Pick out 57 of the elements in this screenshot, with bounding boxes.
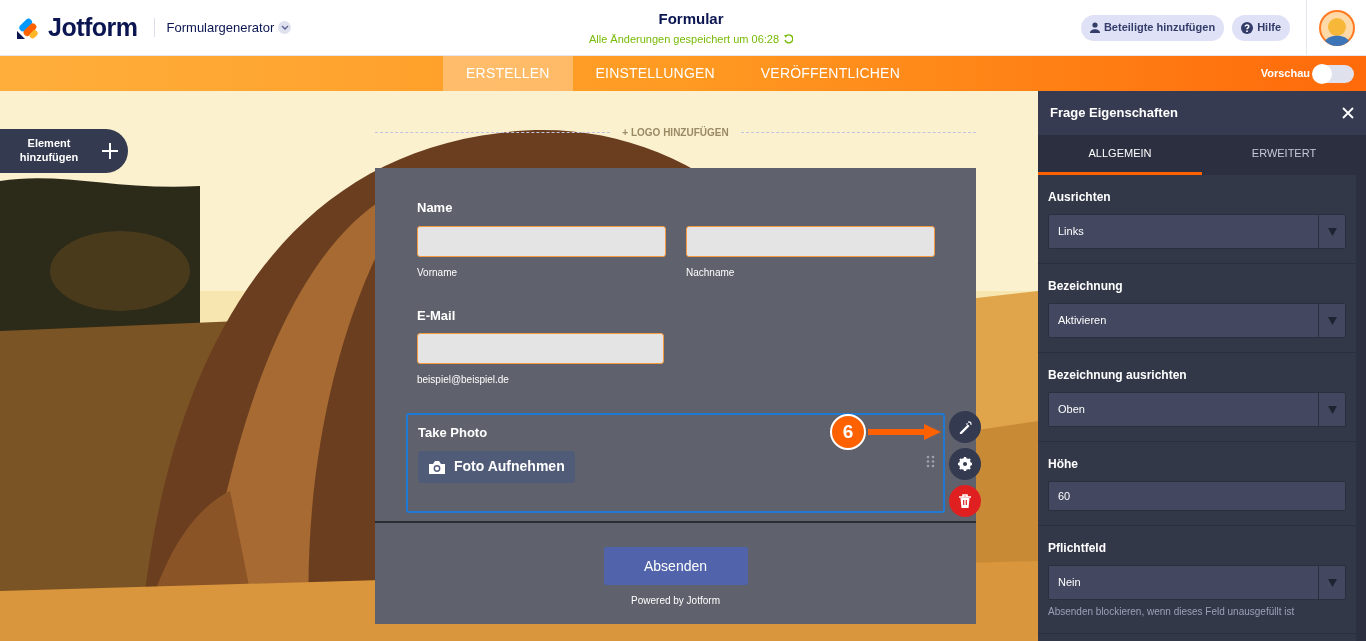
caret-icon — [1327, 578, 1337, 587]
field-label: Name — [417, 199, 453, 217]
close-icon — [1342, 107, 1354, 119]
drag-handle-icon — [926, 455, 935, 468]
input-field[interactable]: 60 — [1048, 481, 1346, 511]
gear-icon — [958, 457, 972, 471]
help-button[interactable]: Hilfe — [1232, 14, 1290, 41]
field-sublabel: Vorname — [417, 265, 459, 280]
property-label: Höhe — [1048, 456, 1079, 473]
panel-tab[interactable]: ERWEITERT — [1202, 135, 1366, 175]
field-label: Take Photo — [418, 424, 488, 442]
help-icon — [1241, 21, 1254, 34]
caret-icon — [1327, 405, 1337, 414]
logo-icon — [16, 15, 40, 40]
text-input[interactable] — [417, 225, 666, 257]
submit-button[interactable]: Absenden — [603, 547, 748, 585]
caret-icon — [1327, 227, 1337, 236]
person-icon — [1089, 22, 1100, 33]
camera-icon — [428, 458, 446, 475]
select-dropdown[interactable]: Aktivieren — [1048, 303, 1346, 338]
caret-icon — [1327, 316, 1337, 325]
select-dropdown[interactable]: Nein — [1048, 565, 1346, 600]
add-participants-button[interactable]: Beteiligte hinzufügen — [1080, 14, 1225, 41]
preview-toggle[interactable] — [1314, 64, 1354, 83]
property-label: Bezeichnung — [1048, 278, 1124, 295]
select-dropdown[interactable]: Oben — [1048, 392, 1346, 427]
product-dropdown[interactable]: Formulargenerator — [153, 17, 292, 38]
property-label: Bezeichnung ausrichten — [1048, 367, 1188, 384]
panel-tab[interactable]: ALLGEMEIN — [1038, 135, 1202, 175]
take-photo-button[interactable]: Foto Aufnehmen — [418, 450, 575, 483]
step-number: 6 — [830, 414, 866, 450]
wand-icon — [958, 420, 972, 434]
property-label: Pflichtfeld — [1048, 540, 1107, 557]
delete-button[interactable] — [949, 485, 981, 517]
logo-text: Jotform — [48, 11, 138, 43]
text-input[interactable] — [417, 333, 664, 364]
text-input[interactable] — [686, 225, 935, 257]
chevron-icon — [278, 21, 292, 34]
close-button[interactable] — [1342, 107, 1354, 119]
settings-button[interactable] — [949, 448, 981, 480]
refresh-icon — [783, 33, 794, 44]
trash-icon — [958, 494, 972, 508]
plus-icon — [102, 143, 118, 159]
property-label: Ausrichten — [1048, 189, 1112, 206]
field-label: E-Mail — [417, 306, 456, 325]
panel-title: Frage Eigenschaften — [1050, 104, 1178, 123]
hint-text: Absenden blockieren, wenn dieses Feld unausgefüllt ist — [1048, 605, 1296, 619]
magic-button[interactable] — [949, 411, 981, 443]
preview-label: Vorschau — [1260, 66, 1310, 82]
add-element-button[interactable]: Element hinzufügen — [0, 129, 128, 173]
form-title: Formular — [658, 9, 724, 29]
field-sublabel: Nachname — [686, 265, 736, 280]
avatar-icon — [1318, 9, 1355, 46]
field-sublabel: beispiel@beispiel.de — [417, 373, 510, 387]
powered-by-text: Powered by Jotform — [631, 594, 720, 608]
save-status: Alle Änderungen gespeichert um 06:28 — [588, 31, 780, 47]
select-dropdown[interactable]: Links — [1048, 214, 1346, 249]
